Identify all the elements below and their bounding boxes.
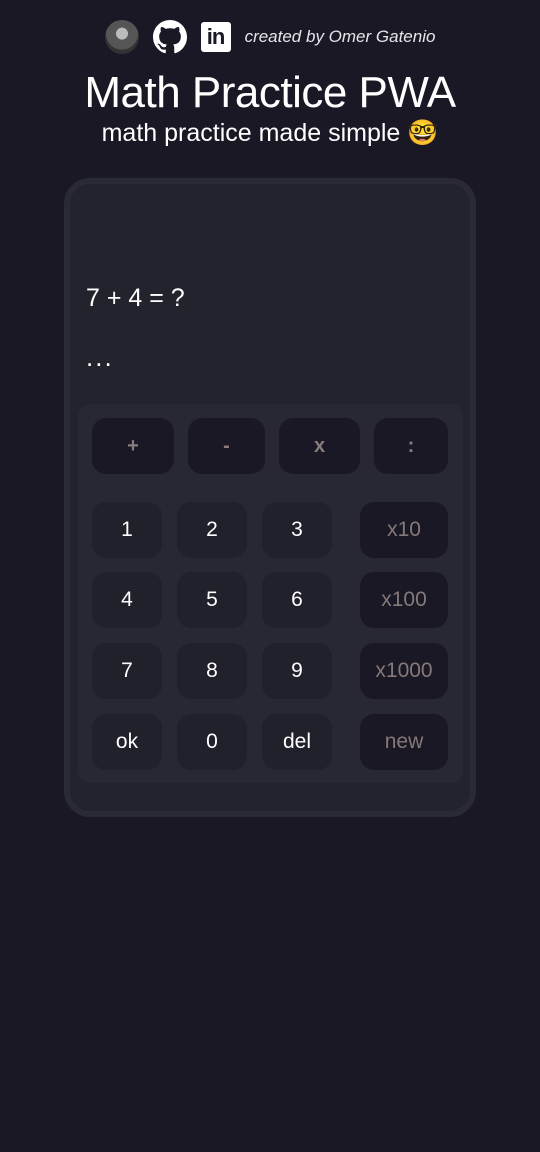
key-button-ok[interactable]: ok: [92, 714, 162, 770]
key-button-3[interactable]: 3: [262, 502, 332, 558]
keypad: + - x : 1 2 3 x10 4 5 6 x100 7 8 9 x1000 ok 0 del new: [78, 404, 463, 783]
key-button-5[interactable]: 5: [177, 572, 247, 628]
multiplier-button-x1000[interactable]: x1000: [360, 643, 448, 699]
operator-minus-button[interactable]: -: [188, 418, 265, 474]
operator-multiply-button[interactable]: x: [279, 418, 360, 474]
page-title: Math Practice PWA: [84, 68, 456, 117]
key-button-7[interactable]: 7: [92, 643, 162, 699]
multiplier-button-x10[interactable]: x10: [360, 502, 448, 558]
header-links: in created by Omer Gatenio: [0, 20, 540, 54]
question-text: 7 + 4 = ?: [86, 284, 185, 312]
multiplier-button-x100[interactable]: x100: [360, 572, 448, 628]
credit-text[interactable]: created by Omer Gatenio: [245, 27, 436, 47]
answer-display: ...: [86, 342, 114, 372]
key-button-1[interactable]: 1: [92, 502, 162, 558]
key-button-0[interactable]: 0: [177, 714, 247, 770]
key-button-del[interactable]: del: [262, 714, 332, 770]
author-avatar[interactable]: [104, 20, 139, 54]
key-button-9[interactable]: 9: [262, 643, 332, 699]
operator-plus-button[interactable]: +: [92, 418, 174, 474]
linkedin-icon[interactable]: in: [200, 22, 231, 52]
key-button-2[interactable]: 2: [177, 502, 247, 558]
key-button-8[interactable]: 8: [177, 643, 247, 699]
calculator-card: 7 + 4 = ? ... + - x : 1 2 3 x10 4 5 6 x100 7 8 9 x1…: [64, 178, 476, 817]
multiplier-button-new[interactable]: new: [360, 714, 448, 770]
key-button-4[interactable]: 4: [92, 572, 162, 628]
key-button-6[interactable]: 6: [262, 572, 332, 628]
github-icon[interactable]: [152, 20, 187, 54]
page-subtitle: math practice made simple 🤓: [101, 119, 439, 147]
operator-divide-button[interactable]: :: [374, 418, 448, 474]
